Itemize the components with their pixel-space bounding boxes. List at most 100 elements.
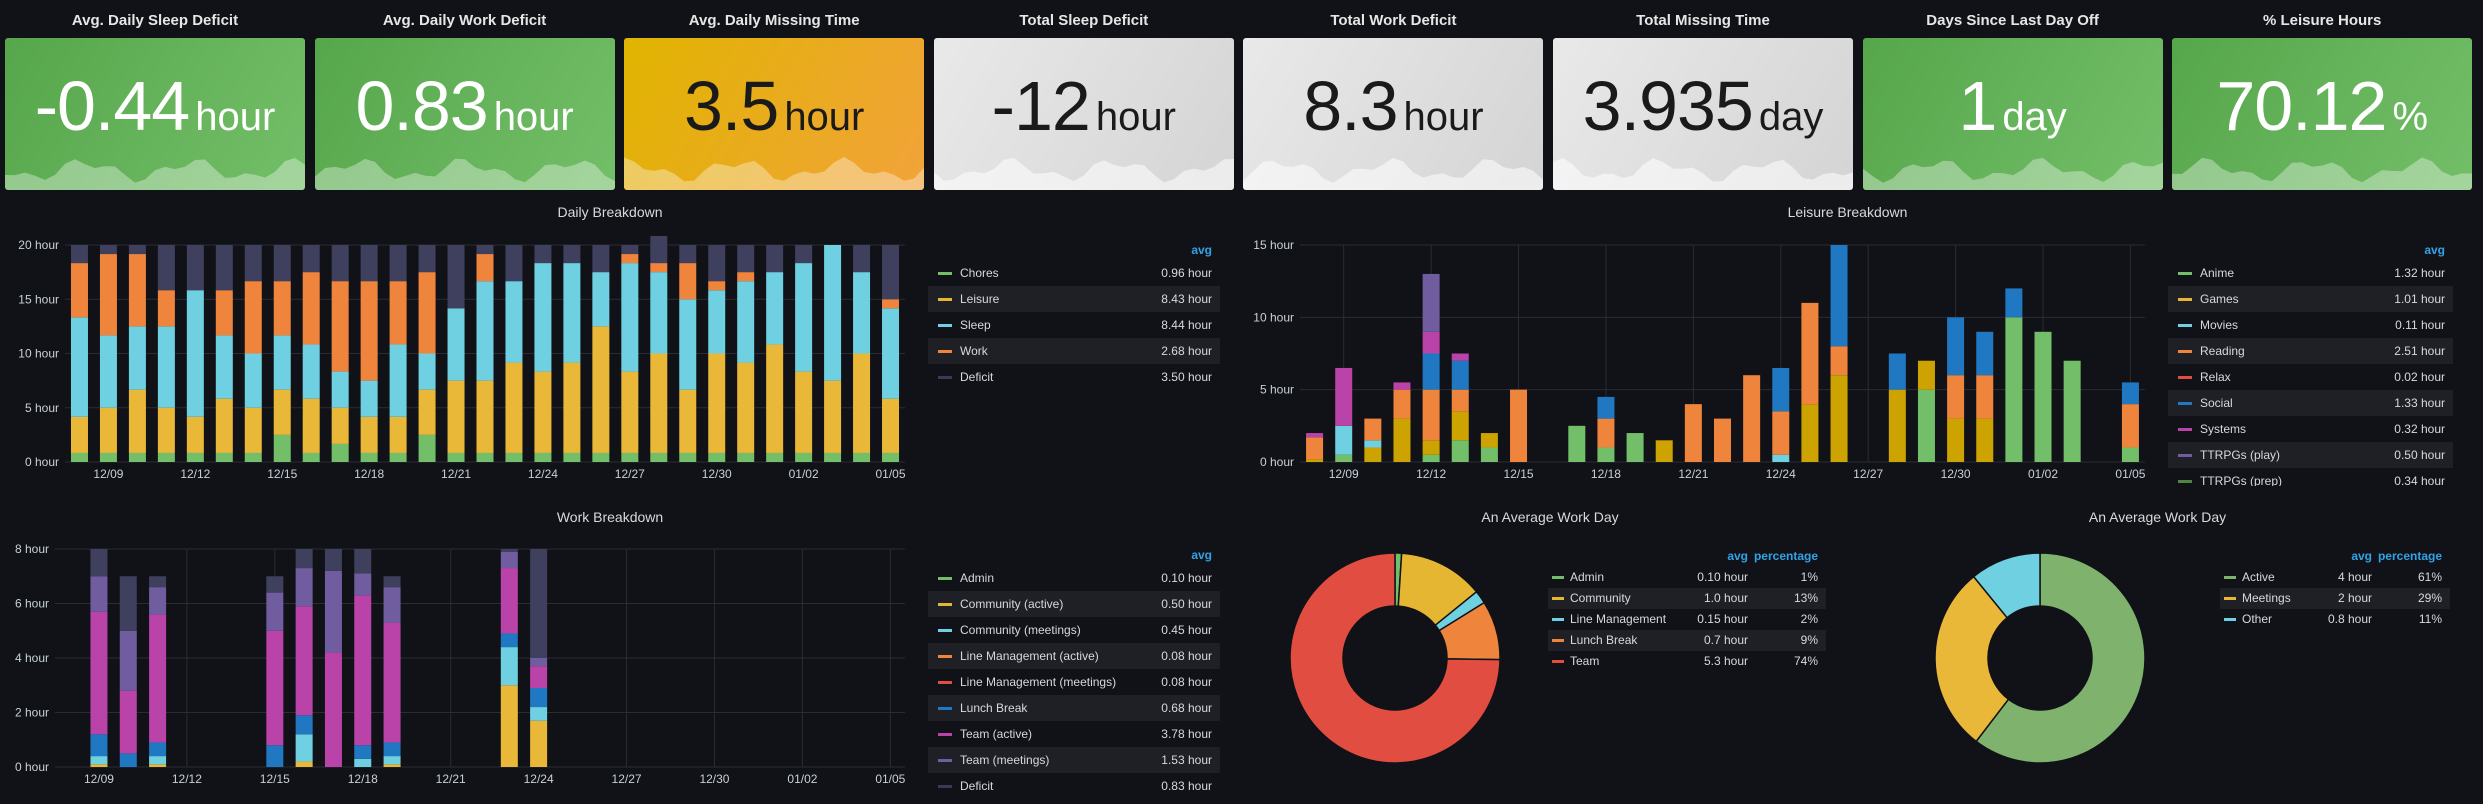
stat-panel[interactable]: 8.3 hour	[1243, 38, 1544, 190]
bar-segment	[447, 245, 465, 309]
legend-item[interactable]: Work 2.68 hour	[928, 338, 1220, 364]
legend-swatch	[2178, 454, 2192, 457]
legend-label: Admin	[1570, 570, 1605, 584]
work-breakdown-chart[interactable]: 0 hour 2 hour 4 hour 6 hour 8 hour 12/09 12/12…	[0, 535, 920, 795]
legend-item[interactable]: Line Management (meetings) 0.08 hour	[928, 669, 1220, 695]
bar-segment	[1393, 389, 1411, 419]
leisure-breakdown-chart[interactable]: 0 hour 5 hour 10 hour 15 hour 12/09 12/12 12/1…	[1240, 230, 2165, 490]
legend-item[interactable]: Movies 0.11 hour	[2168, 312, 2453, 338]
work-day-donut-2[interactable]	[1930, 548, 2150, 768]
legend-item[interactable]: Community (meetings) 0.45 hour	[928, 617, 1220, 643]
legend-avg: 2 hour	[2337, 591, 2372, 605]
legend-item[interactable]: Chores 0.96 hour	[928, 260, 1220, 286]
bar-segment	[1947, 375, 1965, 419]
bar-segment	[383, 764, 401, 767]
bar-segment	[389, 281, 407, 345]
legend-value: 0.96 hour	[1161, 266, 1212, 280]
bar-segment	[383, 587, 401, 623]
pie-legend-item[interactable]: Admin 0.10 hour 1%	[1548, 567, 1826, 588]
bar-segment	[215, 290, 233, 336]
x-tick-label: 12/15	[1504, 467, 1534, 481]
pie-legend-item[interactable]: Lunch Break 0.7 hour 9%	[1548, 630, 1826, 651]
legend-item[interactable]: Social 1.33 hour	[2168, 390, 2453, 416]
x-tick-label: 01/02	[2028, 467, 2058, 481]
legend-value: 0.83 hour	[1161, 779, 1212, 793]
stat-panel[interactable]: 70.12%	[2172, 38, 2473, 190]
stat-panel[interactable]: 1 day	[1862, 38, 2163, 190]
legend-item[interactable]: Relax 0.02 hour	[2168, 364, 2453, 390]
bar-segment	[90, 734, 108, 757]
legend-item[interactable]: TTRPGs (prep) 0.34 hour	[2168, 468, 2453, 486]
stat-panel[interactable]: 3.5 hour	[624, 38, 925, 190]
stat-panel[interactable]: 3.935 day	[1553, 38, 1853, 190]
bar-segment	[563, 362, 581, 453]
legend-item[interactable]: Reading 2.51 hour	[2168, 338, 2453, 364]
legend-item[interactable]: Deficit 0.83 hour	[928, 773, 1220, 799]
pie-legend-item[interactable]: Community 1.0 hour 13%	[1548, 588, 1826, 609]
bar-segment	[186, 245, 204, 291]
stat-value: -12	[991, 67, 1091, 145]
bar-segment	[157, 452, 175, 462]
x-tick-label: 12/27	[1853, 467, 1883, 481]
daily-breakdown-chart[interactable]: 0 hour 5 hour 10 hour 15 hour 20 hour 12/09 12…	[0, 230, 920, 490]
bar-segment	[2121, 404, 2139, 448]
bar-segment	[882, 245, 900, 300]
bar-segment	[708, 245, 726, 282]
pie-legend-item[interactable]: Active 4 hour 61%	[2220, 567, 2450, 588]
bar-segment	[1597, 447, 1615, 462]
bar-segment	[157, 326, 175, 408]
bar-segment	[186, 452, 204, 462]
bar-segment	[389, 416, 407, 453]
legend-item[interactable]: Lunch Break 0.68 hour	[928, 695, 1220, 721]
legend-swatch	[938, 681, 952, 684]
bar-segment	[708, 281, 726, 291]
leisure-legend: avg Anime 1.32 hour Games 1.01 hour Movies 0.1…	[2168, 240, 2453, 486]
bar-segment	[244, 281, 262, 354]
legend-swatch	[938, 376, 952, 379]
legend-item[interactable]: Systems 0.32 hour	[2168, 416, 2453, 442]
legend-item[interactable]: Anime 1.32 hour	[2168, 260, 2453, 286]
x-tick-label: 12/24	[524, 772, 554, 786]
pie2-legend: avg percentage Active 4 hour 61% Meetings 2 ho…	[2220, 545, 2450, 630]
legend-item[interactable]: Leisure 8.43 hour	[928, 286, 1220, 312]
bar-segment	[418, 245, 436, 273]
legend-item[interactable]: Line Management (active) 0.08 hour	[928, 643, 1220, 669]
legend-item[interactable]: Team (meetings) 1.53 hour	[928, 747, 1220, 773]
stat-panel[interactable]: -0.44 hour	[5, 38, 305, 190]
pie-legend-item[interactable]: Other 0.8 hour 11%	[2220, 609, 2450, 630]
legend-label: Anime	[2200, 266, 2235, 280]
legend-item[interactable]: TTRPGs (play) 0.50 hour	[2168, 442, 2453, 468]
bar-segment	[1714, 418, 1731, 462]
x-tick-label: 12/09	[84, 772, 114, 786]
bar-segment	[389, 344, 407, 417]
legend-label: Line Management (active)	[960, 649, 1099, 663]
legend-item[interactable]: Deficit 3.50 hour	[928, 364, 1220, 390]
bar-segment	[266, 576, 284, 593]
stat-panel[interactable]: 0.83 hour	[314, 38, 615, 190]
legend-header-percentage: percentage	[1753, 549, 1818, 563]
stat-panel[interactable]: -12 hour	[933, 38, 1234, 190]
bar-segment	[128, 389, 146, 453]
legend-item[interactable]: Games 1.01 hour	[2168, 286, 2453, 312]
work-day-donut-1[interactable]	[1285, 548, 1505, 768]
pie-legend-item[interactable]: Meetings 2 hour 29%	[2220, 588, 2450, 609]
bar-segment	[1306, 437, 1324, 460]
bar-segment	[383, 742, 401, 757]
legend-label: Team (active)	[960, 727, 1033, 741]
bar-segment	[331, 245, 349, 282]
bar-segment	[149, 614, 167, 743]
bar-segment	[119, 576, 137, 631]
legend-item[interactable]: Admin 0.10 hour	[928, 565, 1220, 591]
bar-segment	[530, 666, 548, 688]
legend-item[interactable]: Community (active) 0.50 hour	[928, 591, 1220, 617]
legend-value: 0.10 hour	[1161, 571, 1212, 585]
x-tick-label: 12/24	[528, 467, 558, 481]
bar-segment	[1684, 404, 1702, 462]
legend-swatch	[2178, 324, 2192, 327]
legend-item[interactable]: Team (active) 3.78 hour	[928, 721, 1220, 747]
legend-item[interactable]: Sleep 8.44 hour	[928, 312, 1220, 338]
work-legend: avg Admin 0.10 hour Community (active) 0.50 …	[928, 545, 1220, 799]
pie-legend-item[interactable]: Line Management 0.15 hour 2%	[1548, 609, 1826, 630]
pie-legend-item[interactable]: Team 5.3 hour 74%	[1548, 651, 1826, 672]
legend-swatch	[1552, 639, 1564, 642]
